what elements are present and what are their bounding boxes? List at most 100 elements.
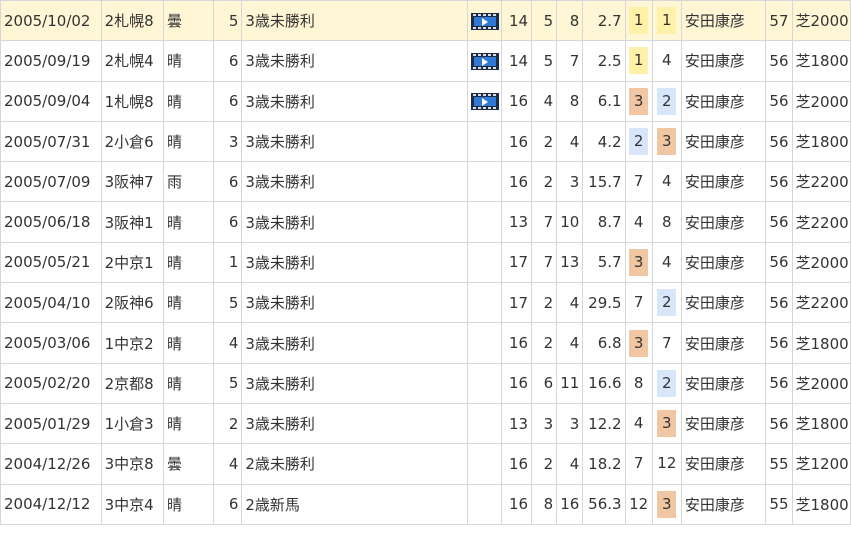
race-date-link[interactable]: 2005/09/04 — [0, 80, 102, 122]
race-date-link[interactable]: 2005/04/10 — [0, 282, 102, 324]
race-name-link[interactable]: 2歳未勝利 — [241, 443, 468, 485]
venue-link[interactable]: 2小倉6 — [100, 120, 164, 163]
race-date-link[interactable]: 2005/03/06 — [0, 322, 102, 364]
gate-number: 7 — [531, 201, 558, 243]
horse-number: 3 — [556, 161, 584, 203]
weather: 雨 — [162, 161, 215, 203]
popularity-value: 2 — [629, 128, 649, 156]
odds: 16.6 — [582, 362, 626, 404]
video-icon[interactable] — [470, 12, 499, 30]
field-size: 14 — [500, 0, 533, 42]
jockey-link[interactable]: 安田康彦 — [680, 402, 767, 445]
race-name-link[interactable]: 3歳未勝利 — [241, 362, 468, 404]
race-date-link[interactable]: 2005/09/19 — [0, 40, 102, 82]
gate-number: 2 — [531, 161, 558, 203]
race-name-link[interactable]: 3歳未勝利 — [241, 322, 468, 364]
jockey-link[interactable]: 安田康彦 — [680, 443, 767, 485]
race-date-link[interactable]: 2004/12/26 — [0, 443, 102, 485]
weather: 晴 — [162, 80, 215, 122]
jockey-link[interactable]: 安田康彦 — [680, 483, 767, 525]
venue-link[interactable]: 2札幌8 — [100, 0, 164, 42]
race-number: 5 — [213, 0, 243, 42]
race-number: 4 — [213, 443, 243, 485]
field-size: 13 — [500, 402, 533, 445]
odds: 15.7 — [582, 161, 626, 203]
course: 芝1200 — [791, 443, 851, 485]
race-date-link[interactable]: 2005/02/20 — [0, 362, 102, 404]
popularity-value: 1 — [629, 47, 649, 75]
horse-number: 3 — [556, 402, 584, 445]
venue-link[interactable]: 2中京1 — [100, 241, 164, 284]
venue-link[interactable]: 2京都8 — [100, 362, 164, 404]
popularity: 12 — [624, 483, 653, 525]
race-name-link[interactable]: 3歳未勝利 — [241, 120, 468, 163]
jockey-link[interactable]: 安田康彦 — [680, 282, 767, 324]
popularity-value: 7 — [633, 293, 644, 312]
field-size: 16 — [500, 322, 533, 364]
venue-link[interactable]: 3中京8 — [100, 443, 164, 485]
gate-number: 5 — [531, 0, 558, 42]
race-name-link[interactable]: 3歳未勝利 — [241, 80, 468, 122]
race-date-link[interactable]: 2005/10/02 — [0, 0, 102, 42]
odds: 8.7 — [582, 201, 626, 243]
venue-link[interactable]: 3阪神7 — [100, 161, 164, 203]
jockey-link[interactable]: 安田康彦 — [680, 80, 767, 122]
venue-link[interactable]: 1札幌8 — [100, 80, 164, 122]
popularity-value: 12 — [629, 494, 649, 513]
race-date-link[interactable]: 2005/05/21 — [0, 241, 102, 284]
jockey-link[interactable]: 安田康彦 — [680, 322, 767, 364]
jockey-link[interactable]: 安田康彦 — [680, 362, 767, 404]
table-row: 2004/12/12 3中京4 晴 6 2歳新馬 16 8 16 56.3 12 3 安田康彦 55 芝1… — [0, 483, 851, 525]
popularity: 1 — [624, 0, 653, 42]
jockey-link[interactable]: 安田康彦 — [680, 120, 767, 163]
race-name-link[interactable]: 3歳未勝利 — [241, 241, 468, 284]
venue-link[interactable]: 1中京2 — [100, 322, 164, 364]
video-icon[interactable] — [470, 52, 499, 70]
race-date-link[interactable]: 2005/01/29 — [0, 402, 102, 445]
field-size: 14 — [500, 40, 533, 82]
race-number: 5 — [213, 282, 243, 324]
race-date-link[interactable]: 2005/07/09 — [0, 161, 102, 203]
race-name-link[interactable]: 3歳未勝利 — [241, 40, 468, 82]
venue-link[interactable]: 2札幌4 — [100, 40, 164, 82]
odds: 2.5 — [582, 40, 626, 82]
finish-position-value: 4 — [662, 51, 672, 70]
carried-weight: 55 — [765, 443, 793, 485]
gate-number: 3 — [531, 402, 558, 445]
course: 芝2200 — [791, 161, 851, 203]
video-icon[interactable] — [470, 93, 499, 111]
race-date-link[interactable]: 2005/06/18 — [0, 201, 102, 243]
odds: 56.3 — [582, 483, 626, 525]
finish-position: 4 — [651, 40, 682, 82]
venue-link[interactable]: 1小倉3 — [100, 402, 164, 445]
carried-weight: 55 — [765, 483, 793, 525]
venue-link[interactable]: 3阪神1 — [100, 201, 164, 243]
race-name-link[interactable]: 3歳未勝利 — [241, 0, 468, 42]
video-cell — [466, 40, 502, 82]
popularity: 3 — [624, 322, 653, 364]
jockey-link[interactable]: 安田康彦 — [680, 40, 767, 82]
race-date-link[interactable]: 2004/12/12 — [0, 483, 102, 525]
finish-position-value: 3 — [657, 128, 677, 156]
venue-link[interactable]: 3中京4 — [100, 483, 164, 525]
race-number: 2 — [213, 402, 243, 445]
race-name-link[interactable]: 3歳未勝利 — [241, 161, 468, 203]
odds: 12.2 — [582, 402, 626, 445]
popularity: 8 — [624, 362, 653, 404]
popularity: 7 — [624, 443, 653, 485]
race-name-link[interactable]: 3歳未勝利 — [241, 402, 468, 445]
race-name-link[interactable]: 3歳未勝利 — [241, 282, 468, 324]
jockey-link[interactable]: 安田康彦 — [680, 0, 767, 42]
race-name-link[interactable]: 3歳未勝利 — [241, 201, 468, 243]
carried-weight: 56 — [765, 120, 793, 163]
jockey-link[interactable]: 安田康彦 — [680, 241, 767, 284]
race-name-link[interactable]: 2歳新馬 — [241, 483, 468, 525]
jockey-link[interactable]: 安田康彦 — [680, 161, 767, 203]
odds: 2.7 — [582, 0, 626, 42]
weather: 晴 — [162, 241, 215, 284]
venue-link[interactable]: 2阪神6 — [100, 282, 164, 324]
race-date-link[interactable]: 2005/07/31 — [0, 120, 102, 163]
odds: 29.5 — [582, 282, 626, 324]
jockey-link[interactable]: 安田康彦 — [680, 201, 767, 243]
table-row: 2005/05/21 2中京1 晴 1 3歳未勝利 17 7 13 5.7 3 4 安田康彦 56 芝20… — [0, 241, 851, 284]
